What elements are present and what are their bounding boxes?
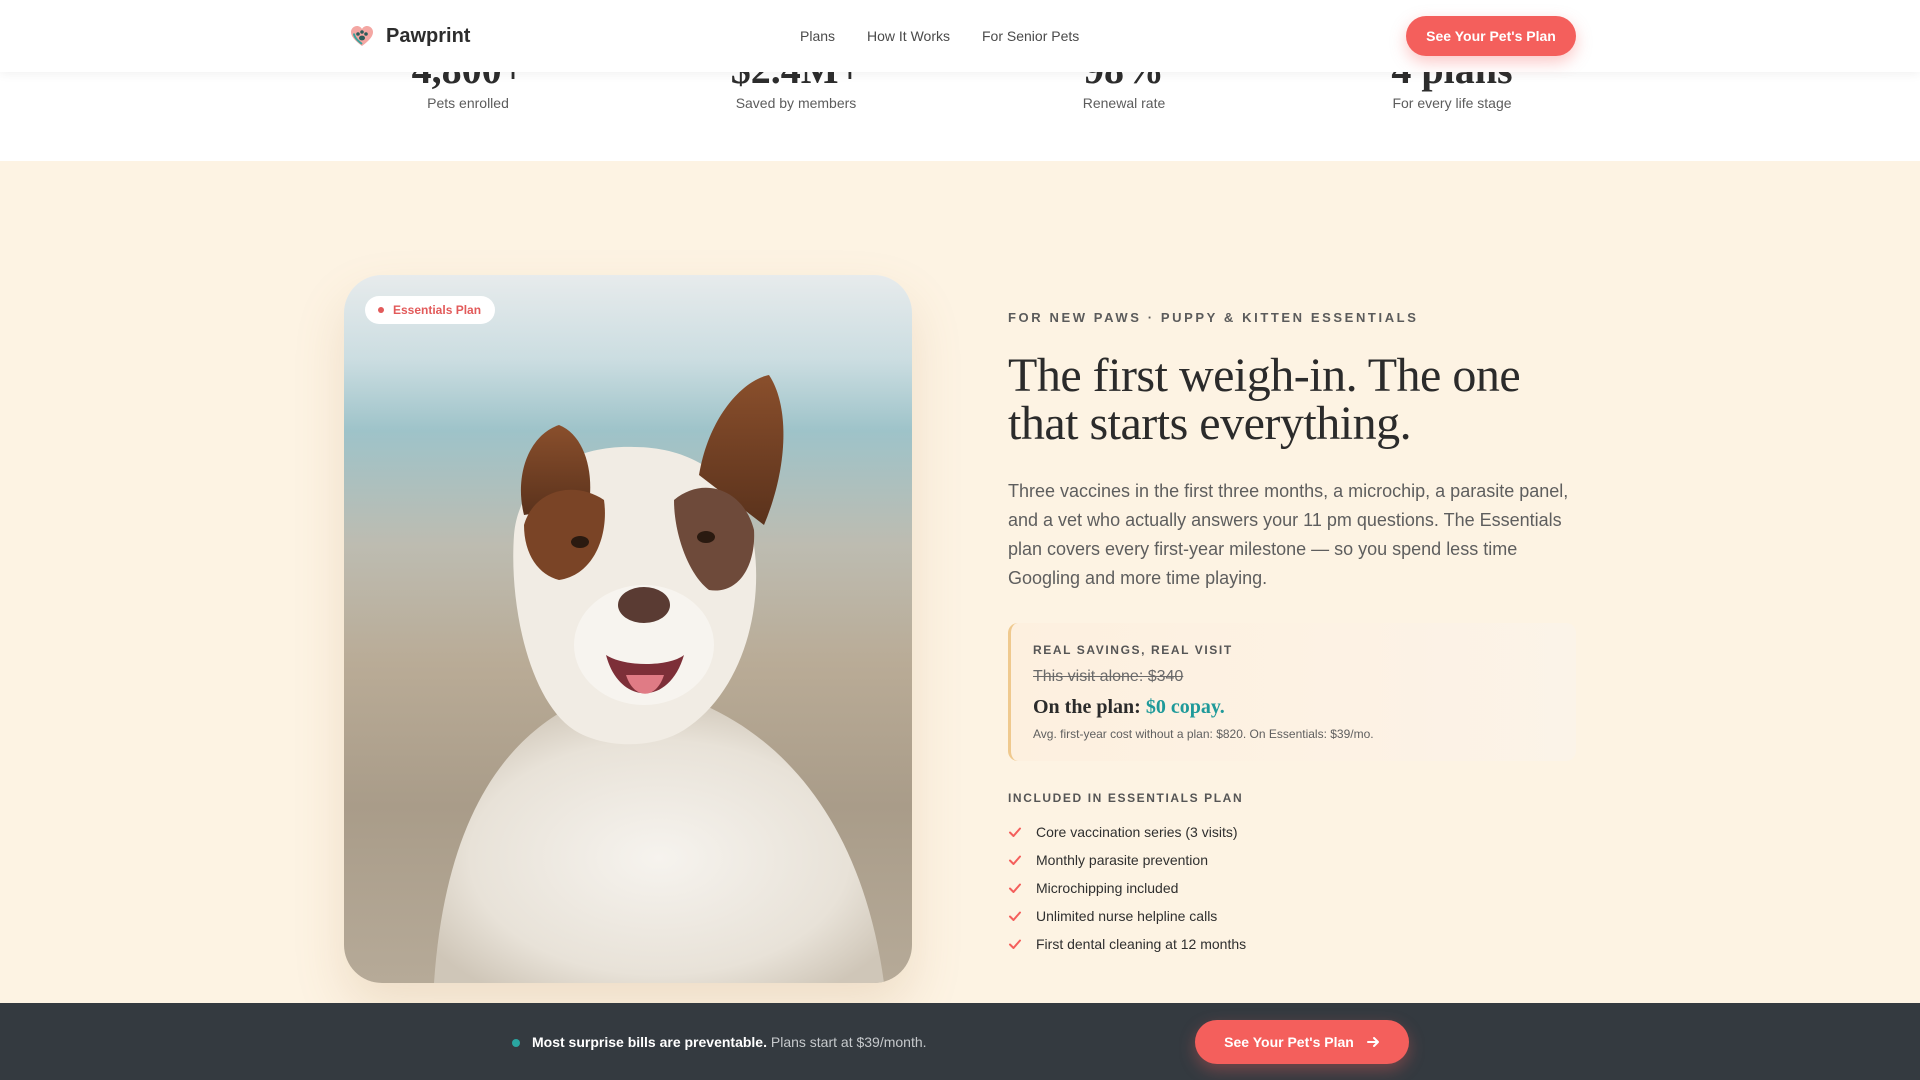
sticky-cta-bar: Most surprise bills are preventable. Pla… <box>0 1003 1920 1080</box>
check-icon <box>1009 883 1021 893</box>
included-title: INCLUDED IN ESSENTIALS PLAN <box>1008 791 1244 805</box>
savings-was-price: This visit alone: $340 <box>1033 668 1184 685</box>
list-item: Monthly parasite prevention <box>1008 846 1246 874</box>
sticky-cta-button[interactable]: See Your Pet's Plan <box>1195 1020 1409 1064</box>
hero-headline: The first weigh-in. The one that starts … <box>1008 349 1521 450</box>
list-item-label: Monthly parasite prevention <box>1036 852 1208 868</box>
paw-heart-icon <box>351 26 373 46</box>
status-dot <box>378 307 384 313</box>
included-list: Core vaccination series (3 visits) Month… <box>1008 818 1246 958</box>
hero-eyebrow: FOR NEW PAWS · PUPPY & KITTEN ESSENTIALS <box>1008 310 1419 325</box>
sticky-bar-bold: Most surprise bills are preventable. <box>532 1034 767 1050</box>
status-dot <box>512 1039 520 1047</box>
sticky-bar-message: Most surprise bills are preventable. Pla… <box>532 1034 927 1050</box>
plan-chip: Essentials Plan <box>365 296 496 324</box>
savings-now: On the plan: $0 copay. <box>1033 696 1225 719</box>
savings-now-value: $0 copay. <box>1145 696 1225 718</box>
nav-link-how-it-works[interactable]: How It Works <box>867 28 950 44</box>
list-item-label: Unlimited nurse helpline calls <box>1036 908 1218 924</box>
list-item: Unlimited nurse helpline calls <box>1008 902 1246 930</box>
check-icon <box>1009 855 1021 865</box>
arrow-right-icon <box>1366 1037 1379 1047</box>
stat-label: Pets enrolled <box>427 95 509 111</box>
hero-body: Three vaccines in the first three months… <box>1008 481 1569 588</box>
brand-logo[interactable]: Pawprint <box>348 22 470 50</box>
sticky-cta-label: See Your Pet's Plan <box>1224 1034 1354 1050</box>
check-icon <box>1009 911 1021 921</box>
savings-caption: REAL SAVINGS, REAL VISIT <box>1033 643 1233 657</box>
plan-chip-label: Essentials Plan <box>393 303 482 317</box>
savings-fine-print: Avg. first-year cost without a plan: $82… <box>1033 727 1374 741</box>
list-item-label: First dental cleaning at 12 months <box>1036 936 1247 952</box>
stat-label: Renewal rate <box>1082 95 1166 111</box>
savings-now-prefix: On the plan: <box>1033 696 1141 718</box>
header-cta-button[interactable]: See Your Pet's Plan <box>1406 16 1576 56</box>
site-header: Pawprint Plans How It Works For Senior P… <box>0 0 1920 72</box>
dog-photo <box>434 375 884 983</box>
check-icon <box>1009 827 1021 837</box>
stat-label: Saved by members <box>735 95 857 111</box>
sticky-bar-rest: Plans start at $39/month. <box>770 1034 927 1050</box>
brand-name: Pawprint <box>386 24 471 47</box>
list-item-label: Microchipping included <box>1036 880 1179 896</box>
list-item: First dental cleaning at 12 months <box>1008 930 1246 958</box>
stat-label: For every life stage <box>1392 95 1512 111</box>
list-item: Core vaccination series (3 visits) <box>1008 818 1246 846</box>
savings-card: REAL SAVINGS, REAL VISIT This visit alon… <box>1008 623 1576 761</box>
dog-photo-card: Essentials Plan <box>344 275 912 983</box>
check-icon <box>1009 939 1021 949</box>
list-item-label: Core vaccination series (3 visits) <box>1036 824 1238 840</box>
list-item: Microchipping included <box>1008 874 1246 902</box>
nav-link-senior-pets[interactable]: For Senior Pets <box>982 28 1079 44</box>
nav-link-plans[interactable]: Plans <box>800 28 835 44</box>
